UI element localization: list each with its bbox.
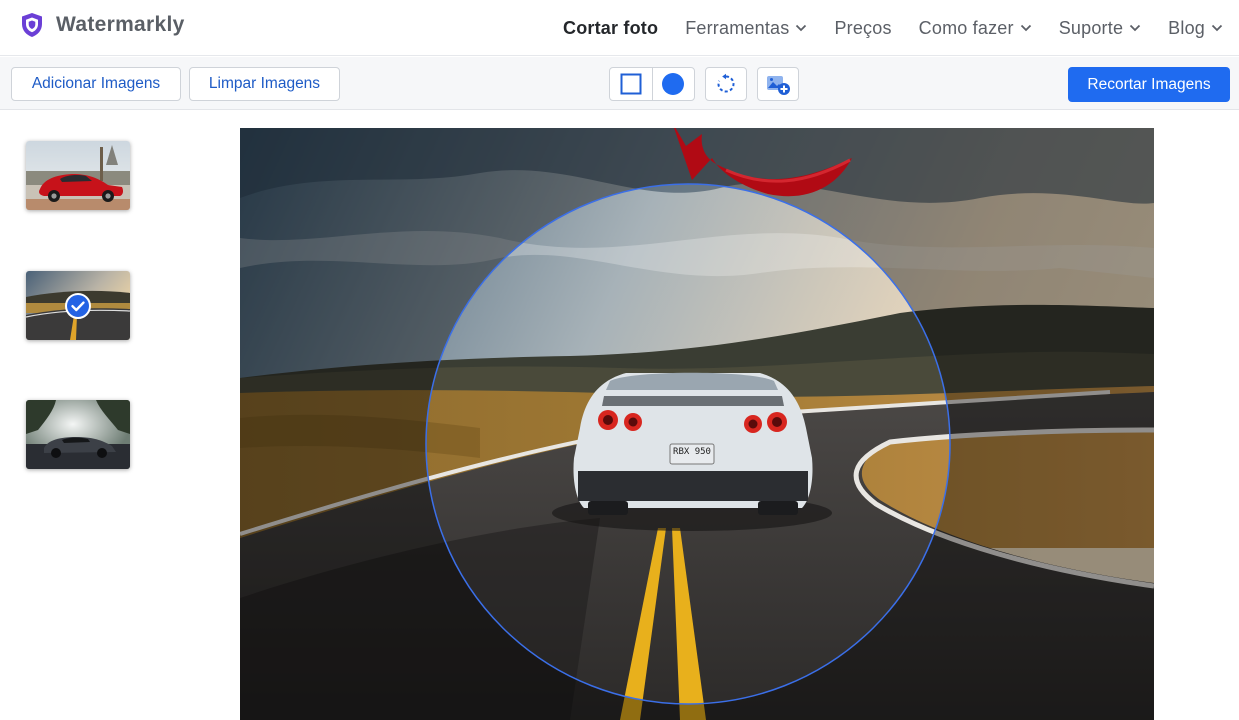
rectangle-shape-button[interactable] (610, 68, 652, 100)
clear-images-button[interactable]: Limpar Imagens (189, 67, 340, 101)
chevron-down-icon (1211, 24, 1223, 32)
road-car-photo (240, 128, 1154, 720)
nav-item-suporte[interactable]: Suporte (1059, 18, 1141, 39)
nav-item-como-fazer[interactable]: Como fazer (919, 18, 1032, 39)
square-outline-icon (620, 73, 642, 95)
crop-shape-selector (609, 67, 695, 101)
app-root: Watermarkly Cortar foto Ferramentas Preç… (0, 0, 1239, 720)
nav-item-cortar-foto[interactable]: Cortar foto (563, 18, 658, 39)
top-navigation: Watermarkly Cortar foto Ferramentas Preç… (0, 0, 1239, 56)
image-add-icon (767, 76, 790, 95)
nav-item-label: Suporte (1058, 17, 1124, 38)
main-nav: Cortar foto Ferramentas Preços Como faze… (536, 0, 1223, 56)
rotate-button[interactable] (705, 67, 747, 101)
circle-shape-button[interactable] (651, 68, 694, 100)
add-images-button[interactable]: Adicionar Imagens (11, 67, 181, 101)
chevron-down-icon (1020, 24, 1031, 32)
selected-check-icon (65, 293, 91, 319)
thumbnail-road-sunset[interactable] (26, 271, 130, 340)
nav-item-label: Cortar foto (563, 17, 659, 38)
crop-canvas[interactable] (240, 128, 1154, 720)
editor-toolbar: Adicionar Imagens Limpar Imagens Recorta… (0, 57, 1239, 110)
rotate-icon (717, 73, 735, 93)
nav-item-label: Preços (834, 17, 892, 38)
chevron-down-icon (1130, 24, 1141, 32)
add-image-button[interactable] (757, 67, 799, 101)
nav-item-blog[interactable]: Blog (1168, 18, 1223, 39)
crop-images-button[interactable]: Recortar Imagens (1068, 67, 1230, 102)
circle-filled-icon (662, 73, 685, 95)
nav-item-precos[interactable]: Preços (834, 18, 891, 39)
nav-item-ferramentas[interactable]: Ferramentas (685, 18, 807, 39)
chevron-down-icon (796, 24, 807, 32)
brand-name: Watermarkly (56, 13, 185, 36)
dark-car-image (26, 400, 130, 469)
shield-logo-icon (22, 13, 42, 37)
license-plate-text: RBX 950 (673, 447, 711, 457)
brand[interactable]: Watermarkly (20, 12, 185, 38)
thumbnail-red-car[interactable] (26, 141, 130, 210)
red-car-image (26, 141, 130, 210)
thumbnail-dark-car[interactable] (26, 400, 130, 469)
nav-item-label: Como fazer (918, 17, 1014, 38)
nav-item-label: Blog (1168, 17, 1205, 38)
nav-item-label: Ferramentas (685, 17, 790, 38)
